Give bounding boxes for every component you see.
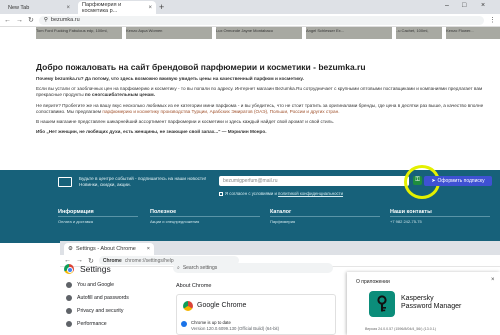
chrome-logo-icon (183, 301, 193, 311)
product-name: Kaspersky Password Manager (401, 295, 461, 311)
divider (270, 216, 380, 217)
subscribe-text: Будьте в центре событий - подпишитесь на… (79, 176, 206, 187)
forward-icon[interactable]: → (76, 257, 83, 264)
page-title: Settings (80, 264, 111, 274)
send-icon: ➤ (431, 178, 436, 184)
consent-text: Я согласен с условиями и (225, 191, 279, 196)
search-placeholder: Search settings (182, 265, 218, 271)
sidebar-item-you-and-google[interactable]: You and Google (66, 280, 114, 290)
reload-icon[interactable]: ↻ (28, 16, 34, 24)
subscribe-button[interactable]: ➤ Оформить подписку (424, 176, 492, 186)
tab-perfume[interactable]: Парфюмерия и косметика р... × (78, 1, 156, 14)
gear-icon: ⚙ (68, 246, 73, 252)
sidebar-item-label: Performance (77, 321, 107, 327)
footer-col-title: Полезное (150, 209, 177, 215)
tab-strip (0, 0, 500, 14)
tab-new-tab[interactable]: New Tab × (4, 1, 74, 14)
product-caption[interactable]: Kenzo Flower... (446, 28, 500, 33)
site-info-icon[interactable]: ⚲ (44, 17, 48, 23)
address-bar[interactable]: ⚲ bezumka.ru (38, 15, 484, 25)
maximize-icon[interactable]: □ (462, 2, 466, 9)
product-caption[interactable]: ..u Cachet, 100ml, (396, 28, 442, 33)
search-icon: ⌕ (177, 265, 180, 271)
footer-col-title: Каталог (270, 209, 292, 215)
key-icon (66, 295, 72, 301)
tab-label: Settings - About Chrome (75, 246, 136, 252)
footer-link[interactable]: Оплата и доставка (58, 219, 93, 224)
product-line-2: Password Manager (401, 303, 462, 310)
new-tab-icon[interactable]: + (159, 2, 164, 12)
footer-link[interactable]: Акции и спецпредложения (150, 219, 199, 224)
paragraph: Не верите? Пробегите же на вашу вкус нес… (36, 103, 500, 115)
tab-label: Парфюмерия и косметика р... (82, 1, 122, 14)
intro-paragraph: Почему bezumka.ru? Да потому, что здесь … (36, 76, 500, 82)
search-input[interactable]: ⌕ Search settings (173, 263, 333, 273)
subscribe-button-label: Оформить подписку (437, 178, 485, 184)
key-icon (377, 295, 387, 312)
sidebar-item-label: Privacy and security (77, 308, 124, 314)
speedometer-icon (66, 321, 72, 327)
paragraph-bold: по сногсшибательным ценам. (84, 92, 156, 98)
menu-icon[interactable]: ⋮ (489, 16, 496, 24)
paragraph-accent: парфюмерию и косметику производства Турц… (102, 108, 340, 114)
close-icon[interactable]: × (148, 5, 152, 11)
close-icon[interactable]: × (147, 246, 150, 252)
sidebar-item-autofill[interactable]: Autofill and passwords (66, 293, 129, 303)
shield-icon (66, 308, 72, 314)
product-line-1: Kaspersky (401, 295, 434, 302)
browser-toolbar: ← → ↻ ⚲ bezumka.ru ⋮ (0, 14, 500, 27)
email-field[interactable]: bezumigperfum@mail.ru (219, 176, 409, 186)
close-icon[interactable]: × (491, 277, 495, 283)
kaspersky-key-icon (369, 291, 395, 317)
quote: Ибо „Нет женщин, не любящих духи, есть ж… (36, 129, 267, 135)
mail-icon (58, 177, 72, 187)
version-line: Version 120.0.6099.130 (Official Build) … (191, 325, 280, 331)
check-icon (181, 321, 187, 327)
close-icon[interactable]: × (66, 5, 70, 11)
product-caption[interactable]: Tom Ford Fucking Fabulous edp, 100ml, (36, 28, 122, 33)
sidebar-item-label: Autofill and passwords (77, 295, 129, 301)
consent-checkbox[interactable]: Я согласен с условиями и политикой конфи… (219, 191, 343, 196)
product-name: Google Chrome (197, 302, 247, 309)
checkbox-box[interactable] (219, 191, 223, 196)
close-window-icon[interactable]: × (481, 2, 485, 9)
update-status: Chrome is up to date Version 120.0.6099.… (191, 320, 279, 331)
intro-bold: Почему bezumka.ru? Да потому, что здесь … (36, 76, 304, 81)
welcome-section: Добро пожаловать на сайт брендовой парфю… (36, 58, 500, 135)
url-text: bezumka.ru (50, 17, 80, 23)
forward-icon[interactable]: → (16, 17, 23, 24)
divider (390, 216, 490, 217)
product-caption[interactable]: Kenzo Aqua Women (126, 28, 212, 33)
product-caption[interactable]: Angel Schlesser Ex... (306, 28, 392, 33)
footer-col-title: Наши контакты (390, 209, 432, 215)
person-icon (66, 282, 72, 288)
privacy-link[interactable]: политикой конфиденциальности (278, 191, 343, 196)
section-heading: About Chrome (176, 283, 212, 289)
version-text: Версия 24.0.0.57 (1596/8/04/4_56/) (13.0… (365, 327, 436, 331)
sidebar-item-privacy[interactable]: Privacy and security (66, 306, 123, 316)
footer-link[interactable]: Парфюмерия (270, 219, 295, 224)
dialog-title: О приложении (356, 279, 390, 285)
url-text: chrome://settings/help (124, 257, 174, 264)
back-icon[interactable]: ← (64, 257, 71, 264)
url-brand: Chrome (102, 257, 122, 264)
tab-label: New Tab (8, 4, 30, 11)
divider (150, 216, 260, 217)
divider (58, 216, 138, 217)
product-caption[interactable]: Lux Ormonde Jayne Montabaco (216, 28, 302, 33)
tab-settings[interactable]: ⚙ Settings - About Chrome × (64, 243, 154, 255)
sidebar-item-performance[interactable]: Performance (66, 319, 107, 329)
minimize-icon[interactable]: – (445, 2, 449, 9)
footer-col-title: Информация (58, 209, 94, 215)
sidebar-item-label: You and Google (77, 282, 115, 288)
paragraph: Если вы устали от заоблачных цен на парф… (36, 86, 500, 98)
paragraph: В нашем магазине представлен шикарнейший… (36, 119, 335, 125)
footer-phone[interactable]: +7 982 242-75-75 (390, 219, 422, 224)
chrome-logo-icon (64, 264, 74, 274)
page-title: Добро пожаловать на сайт брендовой парфю… (36, 62, 366, 72)
back-icon[interactable]: ← (4, 17, 11, 24)
password-manager-icon[interactable]: ⚿ (413, 176, 422, 185)
